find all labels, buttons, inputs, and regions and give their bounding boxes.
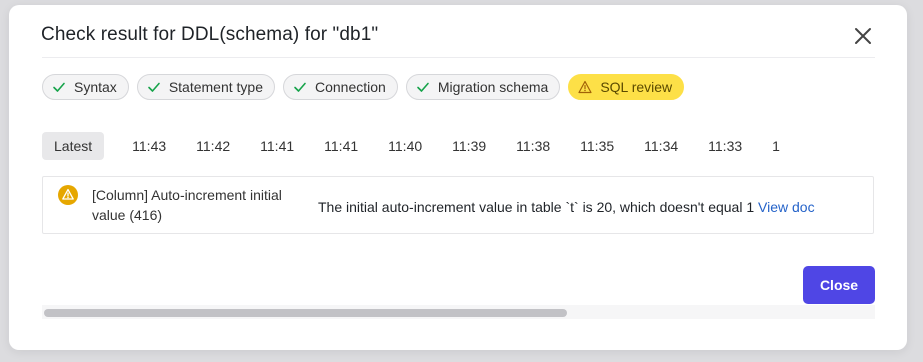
check-chip-label: Syntax <box>74 79 117 95</box>
tab-history-time[interactable]: 11:38 <box>516 132 550 160</box>
check-icon <box>147 80 161 94</box>
warning-icon <box>58 185 78 205</box>
tab-history-time[interactable]: 1 <box>772 132 780 160</box>
dialog-title: Check result for DDL(schema) for "db1" <box>41 24 379 45</box>
check-chip-sql-review[interactable]: SQL review <box>568 74 685 100</box>
check-result-row: [Column] Auto-increment initial value (4… <box>42 176 874 234</box>
check-chip-label: SQL review <box>600 79 673 95</box>
rule-message: The initial auto-increment value in tabl… <box>318 197 815 217</box>
close-icon[interactable] <box>852 25 874 47</box>
check-result-dialog: Check result for DDL(schema) for "db1" S… <box>9 5 907 350</box>
tab-history-time[interactable]: 11:39 <box>452 132 486 160</box>
tab-history-time[interactable]: 11:43 <box>132 132 166 160</box>
tab-history-time[interactable]: 11:35 <box>580 132 614 160</box>
view-doc-link[interactable]: View doc <box>758 199 815 215</box>
rule-title: [Column] Auto-increment initial value (4… <box>92 187 282 223</box>
check-chip-migration-schema[interactable]: Migration schema <box>405 74 561 100</box>
tab-history-time[interactable]: 11:42 <box>196 132 230 160</box>
close-button[interactable]: Close <box>803 266 875 304</box>
check-chip-label: Statement type <box>168 79 263 95</box>
tab-history-time[interactable]: 11:41 <box>260 132 294 160</box>
rule-message-text: The initial auto-increment value in tabl… <box>318 199 755 215</box>
tab-history-time[interactable]: 11:34 <box>644 132 678 160</box>
check-chip-label: Migration schema <box>437 79 549 95</box>
check-status-list: Syntax Statement type Connection Migrati… <box>42 74 685 100</box>
check-chip-label: Connection <box>314 79 386 95</box>
scrollbar-thumb[interactable] <box>44 309 567 317</box>
check-icon <box>416 80 430 94</box>
horizontal-scrollbar[interactable] <box>42 305 875 319</box>
check-chip-syntax[interactable]: Syntax <box>42 74 129 100</box>
header-divider <box>42 57 875 58</box>
tab-history-time[interactable]: 11:40 <box>388 132 422 160</box>
check-icon <box>293 80 307 94</box>
check-icon <box>52 80 66 94</box>
warning-icon <box>578 80 592 94</box>
check-chip-statement-type[interactable]: Statement type <box>136 74 275 100</box>
check-chip-connection[interactable]: Connection <box>282 74 398 100</box>
tab-history-time[interactable]: 11:33 <box>708 132 742 160</box>
tab-history-time[interactable]: 11:41 <box>324 132 358 160</box>
tab-latest[interactable]: Latest <box>42 132 105 160</box>
history-tabs: Latest 11:43 11:42 11:41 11:41 11:40 11:39 11:3… <box>42 132 880 160</box>
